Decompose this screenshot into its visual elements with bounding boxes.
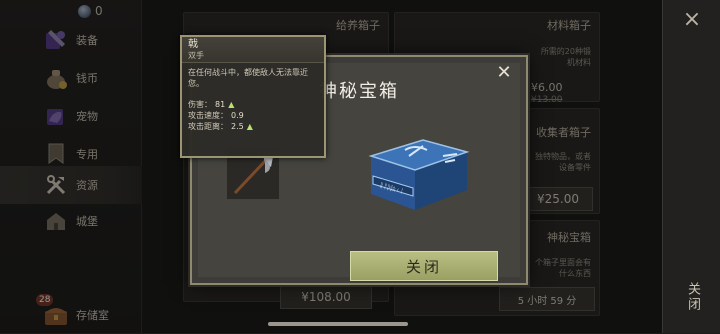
modal-close-icon[interactable]: ✕ xyxy=(494,63,514,83)
home-indicator xyxy=(268,322,408,326)
close-icon[interactable]: × xyxy=(681,9,703,32)
stat-damage: 伤害： 81 ▲ xyxy=(188,100,235,109)
item-description: 在任何战斗中，都使敌人无法靠近您。 xyxy=(188,68,308,88)
item-type: 双手 xyxy=(188,51,204,60)
item-tooltip: 戟 双手 在任何战斗中，都使敌人无法靠近您。 伤害： 81 ▲ 攻击速度： 0.… xyxy=(180,35,326,158)
tooltip-body: 在任何战斗中，都使敌人无法靠近您。 伤害： 81 ▲ 攻击速度： 0.9 攻击距… xyxy=(182,63,324,136)
close-vertical-button[interactable]: 关闭 xyxy=(683,282,702,312)
stat-up-arrow-icon: ▲ xyxy=(228,100,235,109)
stat-attack-range: 攻击距离： 2.5 ▲ xyxy=(188,122,253,131)
stat-attack-speed: 攻击速度： 0.9 xyxy=(188,111,244,120)
right-close-strip: × 关闭 xyxy=(662,0,720,333)
stat-up-arrow-icon: ▲ xyxy=(246,122,253,131)
tooltip-header: 戟 双手 xyxy=(182,37,324,63)
modal-close-button[interactable]: 关闭 xyxy=(350,251,498,281)
item-name: 戟 xyxy=(188,39,198,50)
mystery-chest-image: ᚱᚨᛞᛟᚲᛁ xyxy=(368,139,470,210)
